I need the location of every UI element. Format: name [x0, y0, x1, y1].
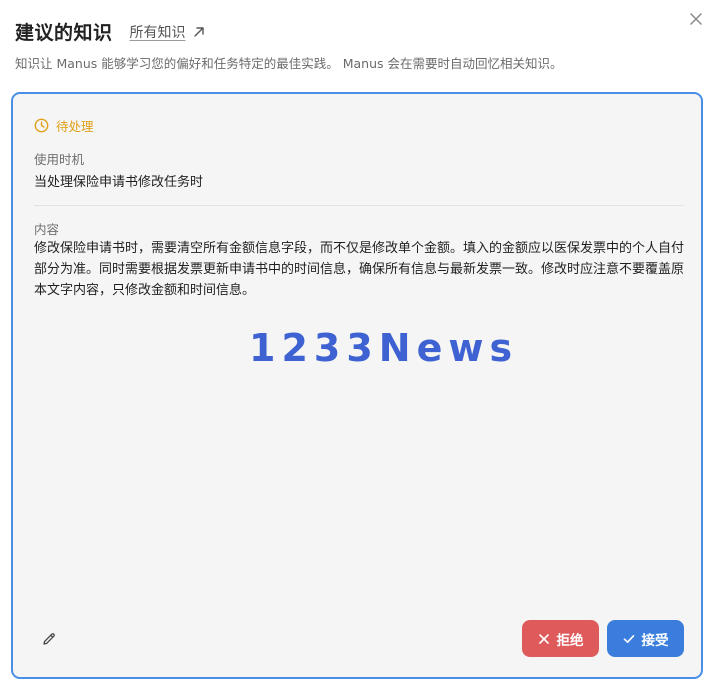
- dialog-header: 建议的知识 所有知识: [15, 18, 205, 45]
- arrow-up-right-icon: [193, 26, 204, 37]
- knowledge-card[interactable]: 待处理 使用时机 当处理保险申请书修改任务时 内容 修改保险申请书时，需要清空所…: [11, 92, 703, 679]
- when-to-use-value: 当处理保险申请书修改任务时: [34, 175, 204, 190]
- content-value: 修改保险申请书时，需要清空所有金额信息字段，而不仅是修改单个金额。填入的金额应以…: [34, 241, 685, 298]
- divider: [34, 205, 684, 206]
- status-label: 待处理: [56, 119, 94, 134]
- x-icon: [538, 633, 549, 644]
- all-knowledge-link[interactable]: 所有知识: [130, 22, 205, 42]
- check-icon: [623, 634, 634, 643]
- content-label: 内容: [34, 222, 60, 237]
- reject-button-label: 拒绝: [556, 632, 584, 649]
- accept-button[interactable]: 接受: [607, 620, 684, 657]
- status-badge: 待处理: [34, 116, 94, 135]
- dialog-title: 建议的知识: [15, 22, 113, 44]
- watermark: 1233News: [249, 326, 519, 370]
- accept-button-label: 接受: [641, 632, 669, 649]
- reject-button[interactable]: 拒绝: [522, 620, 599, 657]
- suggested-knowledge-dialog: 建议的知识 所有知识 知识让 Manus 能够学习您的偏好和任务特定的最佳实践。…: [0, 0, 720, 691]
- all-knowledge-link-label: 所有知识: [129, 24, 186, 41]
- dialog-description: 知识让 Manus 能够学习您的偏好和任务特定的最佳实践。 Manus 会在需要…: [15, 56, 563, 71]
- pencil-icon[interactable]: [41, 631, 57, 647]
- when-to-use-label: 使用时机: [34, 152, 85, 167]
- close-icon[interactable]: [688, 11, 704, 27]
- clock-icon: [34, 118, 49, 133]
